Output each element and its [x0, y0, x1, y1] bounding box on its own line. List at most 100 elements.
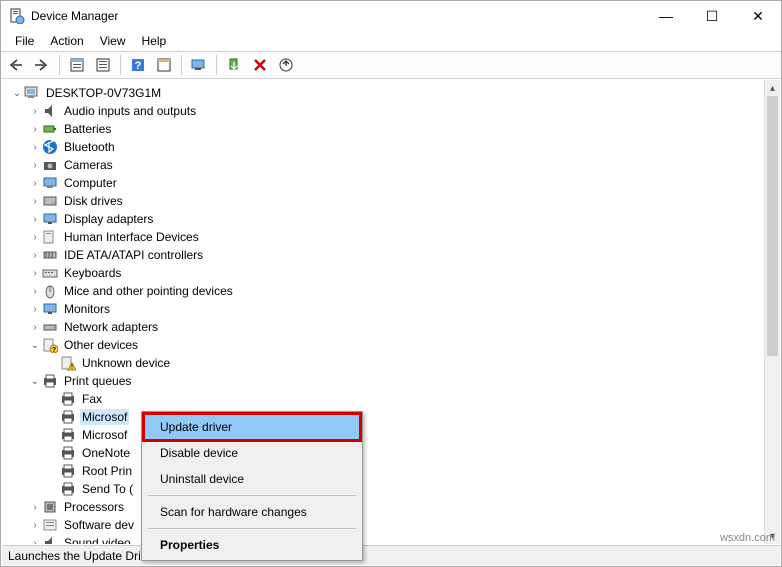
svg-text:!: ! [71, 365, 73, 371]
audio-icon [42, 103, 58, 119]
uninstall-device-button[interactable] [249, 54, 271, 76]
print-queue-item[interactable]: Send To ( [10, 480, 765, 498]
expander-icon[interactable]: › [28, 142, 42, 153]
ctx-scan-hardware[interactable]: Scan for hardware changes [144, 499, 360, 525]
category-label: Processors [62, 499, 126, 515]
category-label: Batteries [62, 121, 113, 137]
category-label: Mice and other pointing devices [62, 283, 235, 299]
maximize-button[interactable]: ☐ [689, 1, 735, 31]
device-label: Fax [80, 391, 104, 407]
warning-device-icon: ! [60, 355, 76, 371]
expander-icon[interactable]: › [28, 124, 42, 135]
category-hid[interactable]: › Human Interface Devices [10, 228, 765, 246]
expander-icon[interactable]: › [28, 502, 42, 513]
scan-hardware-button[interactable] [188, 54, 210, 76]
category-label: Human Interface Devices [62, 229, 201, 245]
root-label: DESKTOP-0V73G1M [44, 85, 163, 101]
vertical-scrollbar[interactable]: ▴ ▾ [764, 80, 780, 544]
category-kb[interactable]: ›Keyboards [10, 264, 765, 282]
bt-icon [42, 139, 58, 155]
print-queue-item[interactable]: Microsof [10, 426, 765, 444]
print-queue-item[interactable]: Microsof [10, 408, 765, 426]
scroll-up-icon[interactable]: ▴ [765, 80, 780, 96]
category-other-devices[interactable]: ⌄ ? Other devices [10, 336, 765, 354]
cam-icon [42, 157, 58, 173]
ctx-uninstall-device[interactable]: Uninstall device [144, 466, 360, 492]
scrollbar-thumb[interactable] [767, 96, 778, 356]
ctx-update-driver[interactable]: Update driver [144, 414, 360, 440]
print-queue-item[interactable]: OneNote [10, 444, 765, 462]
ctx-separator [148, 495, 356, 496]
action-button[interactable] [153, 54, 175, 76]
category-label: Monitors [62, 301, 112, 317]
category-net[interactable]: › Network adapters [10, 318, 765, 336]
menu-view[interactable]: View [92, 32, 134, 50]
category-more-1[interactable]: ›Software dev [10, 516, 765, 534]
forward-button[interactable] [31, 54, 53, 76]
expander-icon[interactable]: › [28, 322, 42, 333]
expander-icon[interactable]: › [28, 538, 42, 545]
toolbar-separator [59, 55, 60, 75]
category-disk[interactable]: ›Disk drives [10, 192, 765, 210]
show-hide-tree-button[interactable] [66, 54, 88, 76]
expander-icon[interactable]: › [28, 178, 42, 189]
category-bt[interactable]: ›Bluetooth [10, 138, 765, 156]
warning-device-icon: ? [42, 337, 58, 353]
category-ide[interactable]: ›IDE ATA/ATAPI controllers [10, 246, 765, 264]
update-driver-button[interactable] [275, 54, 297, 76]
device-tree[interactable]: ⌄ DESKTOP-0V73G1M › Audio inputs and outp… [2, 80, 765, 544]
category-disp[interactable]: › Display adapters [10, 210, 765, 228]
printer-icon [60, 391, 76, 407]
expander-icon[interactable]: ⌄ [28, 340, 42, 351]
print-queue-item[interactable]: Fax [10, 390, 765, 408]
minimize-button[interactable]: — [643, 1, 689, 31]
root-node[interactable]: ⌄ DESKTOP-0V73G1M [10, 84, 765, 102]
category-comp[interactable]: ›Computer [10, 174, 765, 192]
printer-icon [42, 373, 58, 389]
category-more-2[interactable]: ›Sound video [10, 534, 765, 544]
category-mice[interactable]: › Mice and other pointing devices [10, 282, 765, 300]
expander-icon[interactable]: › [28, 520, 42, 531]
category-batt[interactable]: › Batteries [10, 120, 765, 138]
expander-icon[interactable]: › [28, 250, 42, 261]
expander-icon[interactable]: › [28, 196, 42, 207]
menu-action[interactable]: Action [42, 32, 91, 50]
ctx-disable-device[interactable]: Disable device [144, 440, 360, 466]
device-unknown[interactable]: ! Unknown device [10, 354, 765, 372]
printer-icon [60, 427, 76, 443]
batt-icon [42, 121, 58, 137]
window-title: Device Manager [31, 9, 643, 23]
printer-icon [60, 481, 76, 497]
expander-icon[interactable]: › [28, 304, 42, 315]
category-cam[interactable]: › Cameras [10, 156, 765, 174]
category-audio[interactable]: › Audio inputs and outputs [10, 102, 765, 120]
properties-button[interactable] [92, 54, 114, 76]
expander-icon[interactable]: › [28, 160, 42, 171]
back-button[interactable] [5, 54, 27, 76]
expander-icon[interactable]: › [28, 214, 42, 225]
category-print-queues[interactable]: ⌄ Print queues [10, 372, 765, 390]
expander-icon[interactable]: › [28, 286, 42, 297]
expander-icon[interactable]: ⌄ [10, 88, 24, 99]
category-more-0[interactable]: › Processors [10, 498, 765, 516]
expander-icon[interactable]: ⌄ [28, 376, 42, 387]
help-button[interactable]: ? [127, 54, 149, 76]
expander-icon[interactable]: › [28, 106, 42, 117]
menu-file[interactable]: File [7, 32, 42, 50]
category-label: Display adapters [62, 211, 155, 227]
print-queue-item[interactable]: Root Prin [10, 462, 765, 480]
enable-device-button[interactable] [223, 54, 245, 76]
computer-icon [24, 85, 40, 101]
toolbar-separator [120, 55, 121, 75]
category-label: Network adapters [62, 319, 160, 335]
category-mon[interactable]: › Monitors [10, 300, 765, 318]
ctx-properties[interactable]: Properties [144, 532, 360, 558]
expander-icon[interactable]: › [28, 232, 42, 243]
device-label: Root Prin [80, 463, 134, 479]
category-label: Audio inputs and outputs [62, 103, 198, 119]
close-button[interactable]: ✕ [735, 1, 781, 31]
device-label: Unknown device [80, 355, 172, 371]
menu-help[interactable]: Help [134, 32, 175, 50]
expander-icon[interactable]: › [28, 268, 42, 279]
category-label: Cameras [62, 157, 115, 173]
